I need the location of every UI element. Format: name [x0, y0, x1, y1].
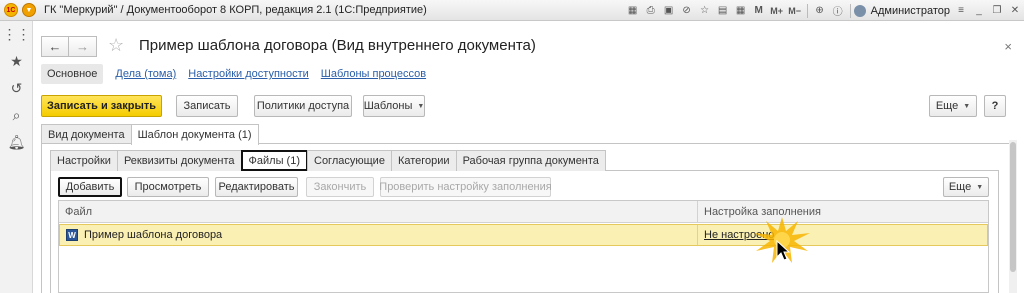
tab-settings[interactable]: Настройки: [50, 150, 118, 171]
separator: [849, 3, 851, 18]
check-fill-settings-button[interactable]: Проверить настройку заполнения: [379, 177, 552, 197]
column-header-fill-settings[interactable]: Настройка заполнения: [697, 201, 988, 222]
vertical-scrollbar[interactable]: [1009, 140, 1017, 293]
more-label: Еще: [935, 100, 959, 112]
save-and-close-button[interactable]: Записать и закрыть: [41, 95, 162, 117]
info-icon[interactable]: ⓘ: [830, 3, 846, 19]
left-panel: ⋮⋮ ★ ↺ ⌕ 🔔︎: [0, 21, 33, 293]
files-toolbar: Добавить Просмотреть Редактировать Закон…: [58, 177, 989, 197]
files-more-dropdown-button[interactable]: Еще ▼: [943, 177, 989, 197]
inner-tabs: Настройки Реквизиты документа Файлы (1) …: [50, 150, 606, 171]
section-link-cases[interactable]: Дела (тома): [115, 68, 176, 80]
tab-document-attributes[interactable]: Реквизиты документа: [116, 150, 242, 171]
access-policies-button[interactable]: Политики доступа: [254, 95, 352, 117]
fill-settings-cell[interactable]: Не настроено: [697, 225, 987, 245]
history-icon[interactable]: ↺: [0, 75, 33, 102]
user-menu-icon[interactable]: ≡: [953, 3, 969, 19]
user-name[interactable]: Администратор: [871, 5, 950, 17]
print-icon[interactable]: ⎙: [643, 3, 659, 19]
chevron-down-icon: ▼: [976, 183, 984, 191]
tab-document-type[interactable]: Вид документа: [41, 124, 132, 144]
form-title: Пример шаблона договора (Вид внутреннего…: [139, 37, 536, 54]
chevron-down-icon: ▼: [417, 102, 425, 110]
section-main[interactable]: Основное: [41, 64, 104, 84]
window-title: ГК "Меркурий" / Документооборот 8 КОРП, …: [44, 4, 427, 16]
calendar-icon[interactable]: ▦: [733, 3, 749, 19]
finish-editing-button[interactable]: Закончить: [306, 177, 374, 197]
outer-tabs: Вид документа Шаблон документа (1): [41, 124, 259, 145]
tab-document-workgroup[interactable]: Рабочая группа документа: [455, 150, 606, 171]
m-minus-icon[interactable]: M−: [787, 3, 803, 19]
m-plus-icon[interactable]: M+: [769, 3, 785, 19]
file-cell[interactable]: W Пример шаблона договора: [60, 225, 697, 245]
save-icon[interactable]: ▣: [661, 3, 677, 19]
notifications-bell-icon[interactable]: 🔔︎: [0, 129, 33, 156]
window-close-icon[interactable]: ✕: [1007, 3, 1023, 19]
apps-icon[interactable]: ⋮⋮: [0, 21, 33, 48]
navigation-buttons: ← →: [41, 36, 97, 57]
help-button[interactable]: ?: [984, 95, 1006, 117]
table-header: Файл Настройка заполнения: [59, 201, 988, 223]
restore-icon[interactable]: ❐: [989, 3, 1005, 19]
more-dropdown-button[interactable]: Еще ▼: [929, 95, 977, 117]
grid-icon[interactable]: ▦: [625, 3, 641, 19]
zoom-icon[interactable]: ⊕: [812, 3, 828, 19]
separator: [806, 3, 808, 18]
edit-file-button[interactable]: Редактировать: [215, 177, 298, 197]
add-file-button[interactable]: Добавить: [58, 177, 122, 197]
word-document-icon: W: [66, 229, 78, 241]
back-arrow-icon[interactable]: ←: [41, 36, 69, 57]
minimize-icon[interactable]: _: [971, 3, 987, 19]
main-menu-dropdown-icon[interactable]: ▼: [22, 3, 36, 17]
files-more-label: Еще: [948, 181, 972, 193]
file-name: Пример шаблона договора: [84, 229, 223, 241]
form-close-icon[interactable]: ×: [1004, 39, 1012, 54]
link-icon[interactable]: ⊘: [679, 3, 695, 19]
mouse-cursor-icon: [776, 240, 791, 261]
m-icon[interactable]: M: [751, 3, 767, 19]
section-link-access-settings[interactable]: Настройки доступности: [188, 68, 309, 80]
scrollbar-thumb[interactable]: [1010, 142, 1016, 272]
tab-files[interactable]: Файлы (1): [240, 150, 308, 171]
user-icon: [853, 4, 866, 17]
section-link-process-templates[interactable]: Шаблоны процессов: [321, 68, 426, 80]
files-table: Файл Настройка заполнения W Пример шабло…: [58, 200, 989, 293]
favorite-star-icon[interactable]: ☆: [108, 35, 124, 56]
window-titlebar: 1С ▼ ГК "Меркурий" / Документооборот 8 К…: [0, 0, 1024, 21]
search-icon[interactable]: ⌕: [0, 102, 33, 129]
form-sections: Основное Дела (тома) Настройки доступнос…: [41, 62, 426, 86]
form-toolbar: Записать и закрыть Записать Политики дос…: [41, 95, 1006, 117]
favorites-star-icon[interactable]: ★: [0, 48, 33, 75]
table-row[interactable]: W Пример шаблона договора Не настроено: [59, 224, 988, 246]
tab-approvers[interactable]: Согласующие: [307, 150, 392, 171]
table-icon[interactable]: ▤: [715, 3, 731, 19]
view-file-button[interactable]: Просмотреть: [127, 177, 209, 197]
forward-arrow-icon[interactable]: →: [69, 36, 97, 57]
1c-logo-icon[interactable]: 1С: [4, 3, 18, 17]
star-icon[interactable]: ☆: [697, 3, 713, 19]
templates-label: Шаблоны: [363, 100, 413, 112]
tab-document-template[interactable]: Шаблон документа (1): [130, 124, 259, 145]
chevron-down-icon: ▼: [963, 102, 971, 110]
save-button[interactable]: Записать: [176, 95, 238, 117]
templates-dropdown-button[interactable]: Шаблоны ▼: [363, 95, 425, 117]
column-header-file[interactable]: Файл: [59, 201, 697, 222]
tab-categories[interactable]: Категории: [390, 150, 457, 171]
